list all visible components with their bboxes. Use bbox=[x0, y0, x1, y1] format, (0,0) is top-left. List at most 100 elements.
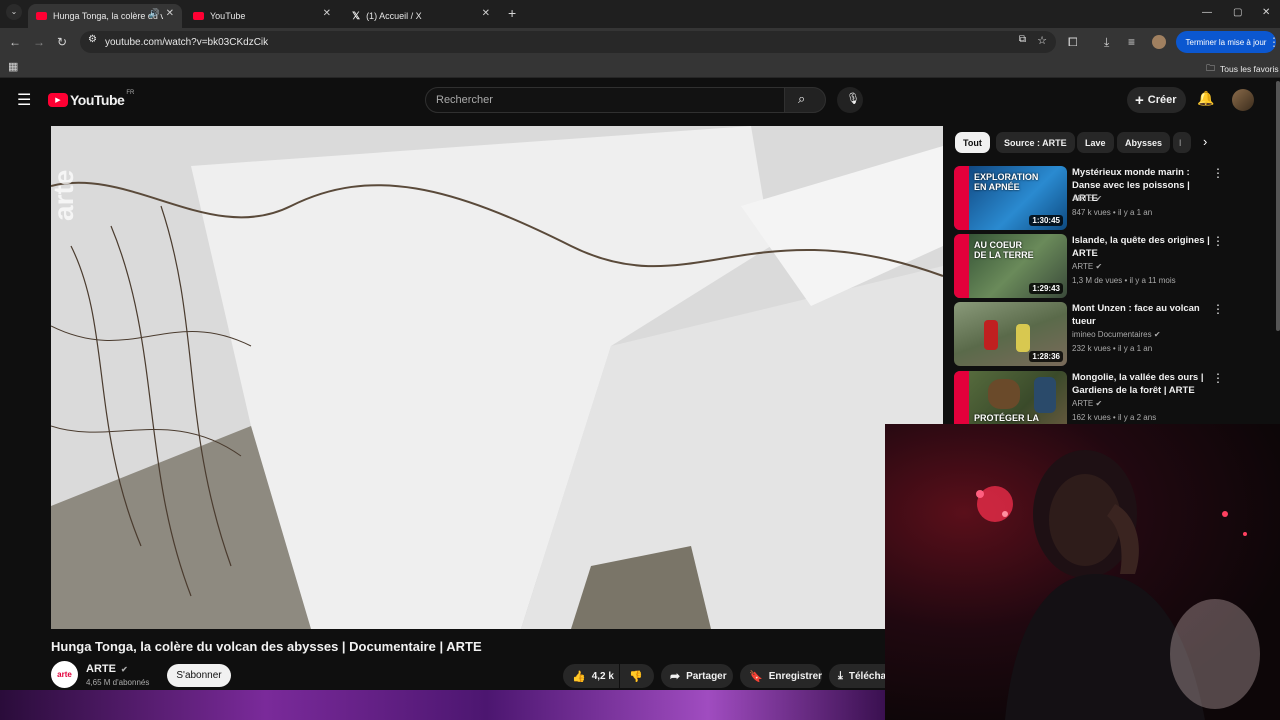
video-duration: 1:30:45 bbox=[1029, 215, 1063, 226]
minimize-icon[interactable]: — bbox=[1202, 4, 1212, 22]
view-count: 162 k vues bbox=[1072, 413, 1111, 422]
recommendation-meta: 1,3 M de vues • il y a 11 mois bbox=[1072, 276, 1176, 285]
thumbnail[interactable]: EXPLORATION EN APNÉE 1:30:45 bbox=[954, 166, 1067, 230]
tab-hunga-tonga[interactable]: Hunga Tonga, la colère du v 🔊 ✕ bbox=[28, 4, 182, 28]
channel-logo-text: arte bbox=[57, 670, 72, 679]
recommendation-item[interactable]: EXPLORATION EN APNÉE 1:30:45 Mystérieux … bbox=[954, 166, 1269, 230]
thumbs-up-icon: 👍 bbox=[572, 670, 586, 683]
create-button[interactable]: + Créer bbox=[1127, 87, 1186, 113]
video-duration: 1:28:36 bbox=[1029, 351, 1063, 362]
search-input[interactable]: Rechercher bbox=[425, 87, 785, 113]
recommendation-title[interactable]: Mont Unzen : face au volcan tueur bbox=[1072, 302, 1210, 328]
thumbnail[interactable]: AU COEUR DE LA TERRE 1:29:43 bbox=[954, 234, 1067, 298]
plus-icon: + bbox=[1135, 91, 1144, 109]
chip-source-arte[interactable]: Source : ARTE bbox=[996, 132, 1075, 153]
close-window-icon[interactable]: ✕ bbox=[1262, 4, 1270, 22]
share-button[interactable]: ➦ Partager bbox=[661, 664, 733, 688]
verified-icon: ✔ bbox=[1095, 194, 1103, 203]
upload-age: il y a 2 ans bbox=[1117, 413, 1157, 422]
dislike-button[interactable]: 👎 bbox=[620, 664, 654, 688]
all-bookmarks-label: Tous les favoris bbox=[1220, 64, 1279, 74]
chip-all[interactable]: Tout bbox=[955, 132, 990, 153]
like-button[interactable]: 👍 4,2 k bbox=[563, 664, 619, 688]
recommendation-channel[interactable]: ARTE ✔ bbox=[1072, 399, 1102, 408]
video-title: Hunga Tonga, la colère du volcan des aby… bbox=[51, 639, 482, 654]
arte-watermark: arte bbox=[51, 170, 79, 221]
chip-truncated[interactable]: I bbox=[1173, 132, 1191, 153]
channel-text: imineo Documentaires bbox=[1072, 330, 1152, 339]
tab-title: Hunga Tonga, la colère du v bbox=[53, 11, 163, 21]
address-bar[interactable]: ⚙ youtube.com/watch?v=bk03CKdzCik ⧉ ☆ bbox=[80, 31, 1056, 53]
person-shape bbox=[1034, 377, 1056, 413]
recommendation-channel[interactable]: imineo Documentaires ✔ bbox=[1072, 330, 1161, 339]
view-count: 232 k vues bbox=[1072, 344, 1111, 353]
search-button[interactable]: ⌕ bbox=[784, 87, 826, 113]
download-icon[interactable]: ⤓ bbox=[1104, 33, 1109, 51]
bookmark-star-icon[interactable]: ☆ bbox=[1037, 34, 1047, 47]
channel-name[interactable]: ARTE ✔ bbox=[86, 663, 128, 675]
save-button[interactable]: 🔖 Enregistrer bbox=[740, 664, 822, 688]
webcam-overlay bbox=[885, 424, 1280, 720]
recommendation-meta: 847 k vues • il y a 1 an bbox=[1072, 208, 1153, 217]
account-avatar[interactable] bbox=[1232, 89, 1254, 111]
subscribe-button[interactable]: S'abonner bbox=[167, 664, 231, 687]
tab-search-icon[interactable]: ⌄ bbox=[6, 4, 22, 20]
more-actions-icon[interactable]: ⋮ bbox=[1212, 166, 1224, 180]
more-actions-icon[interactable]: ⋮ bbox=[1212, 234, 1224, 248]
verified-icon: ✔ bbox=[1095, 262, 1103, 271]
recommendation-item[interactable]: 1:28:36 Mont Unzen : face au volcan tueu… bbox=[954, 302, 1269, 366]
search-placeholder: Rechercher bbox=[436, 94, 493, 106]
more-actions-icon[interactable]: ⋮ bbox=[1212, 302, 1224, 316]
thumbnail[interactable]: 1:28:36 bbox=[954, 302, 1067, 366]
profile-avatar[interactable] bbox=[1152, 35, 1166, 49]
youtube-favicon-icon bbox=[193, 12, 204, 20]
upload-age: il y a 1 an bbox=[1117, 344, 1153, 353]
update-button[interactable]: Terminer la mise à jour bbox=[1176, 31, 1276, 53]
install-app-icon[interactable]: ⧉ bbox=[1019, 34, 1026, 45]
back-icon[interactable]: ← bbox=[9, 33, 21, 51]
youtube-logo[interactable]: ▶ YouTube FR bbox=[48, 90, 135, 108]
like-count: 4,2 k bbox=[591, 670, 614, 682]
region-code: FR bbox=[126, 90, 135, 96]
bookmark-icon: 🔖 bbox=[749, 670, 763, 683]
hamburger-menu-icon[interactable]: ☰ bbox=[17, 90, 31, 110]
video-duration: 1:29:43 bbox=[1029, 283, 1063, 294]
verified-icon: ✔ bbox=[1153, 330, 1161, 339]
chip-lave[interactable]: Lave bbox=[1077, 132, 1114, 153]
media-control-icon[interactable]: ≡ bbox=[1128, 33, 1135, 51]
channel-logo[interactable]: arte bbox=[51, 661, 78, 688]
recommendation-title[interactable]: Islande, la quête des origines | ARTE bbox=[1072, 234, 1210, 260]
close-tab-icon[interactable]: ✕ bbox=[323, 8, 331, 19]
voice-search-button[interactable]: 🎙 bbox=[837, 87, 863, 113]
forward-icon[interactable]: → bbox=[33, 33, 45, 51]
chip-abysses[interactable]: Abysses bbox=[1117, 132, 1171, 153]
all-bookmarks[interactable]: 🗀 Tous les favoris bbox=[1206, 61, 1279, 77]
view-count: 847 k vues bbox=[1072, 208, 1111, 217]
chips-next-icon[interactable]: › bbox=[1203, 134, 1207, 149]
more-actions-icon[interactable]: ⋮ bbox=[1212, 371, 1224, 385]
close-tab-icon[interactable]: ✕ bbox=[166, 8, 174, 19]
site-info-icon[interactable]: ⚙ bbox=[88, 34, 97, 45]
apps-grid-icon[interactable]: ▦ bbox=[8, 58, 18, 76]
menu-kebab-icon[interactable]: ⋮ bbox=[1268, 33, 1280, 51]
recommendation-channel[interactable]: ARTE ✔ bbox=[1072, 194, 1102, 203]
speaker-icon[interactable]: 🔊 bbox=[149, 8, 160, 19]
page-scrollbar[interactable] bbox=[1276, 81, 1280, 331]
notifications-bell-icon[interactable]: 🔔 bbox=[1197, 90, 1214, 107]
create-label: Créer bbox=[1147, 94, 1177, 106]
tab-title: (1) Accueil / X bbox=[366, 11, 422, 21]
tab-youtube[interactable]: YouTube ✕ bbox=[185, 4, 339, 28]
video-player[interactable]: arte bbox=[51, 126, 943, 629]
maximize-icon[interactable]: ▢ bbox=[1233, 4, 1242, 22]
recommendation-title[interactable]: Mongolie, la vallée des ours | Gardiens … bbox=[1072, 371, 1210, 397]
recommendation-item[interactable]: AU COEUR DE LA TERRE 1:29:43 Islande, la… bbox=[954, 234, 1269, 298]
bookmarks-bar: ▦ 🗀 Tous les favoris bbox=[0, 56, 1280, 78]
extensions-icon[interactable]: ⧠ bbox=[1068, 33, 1078, 51]
close-tab-icon[interactable]: ✕ bbox=[482, 8, 490, 19]
new-tab-icon[interactable]: + bbox=[508, 4, 516, 22]
recommendation-channel[interactable]: ARTE ✔ bbox=[1072, 262, 1102, 271]
tab-x[interactable]: 𝕏 (1) Accueil / X ✕ bbox=[344, 4, 498, 28]
download-button[interactable]: ⤓ Téléchar bbox=[829, 664, 885, 688]
reload-icon[interactable]: ↻ bbox=[57, 33, 67, 51]
person-red-jacket bbox=[984, 320, 998, 350]
